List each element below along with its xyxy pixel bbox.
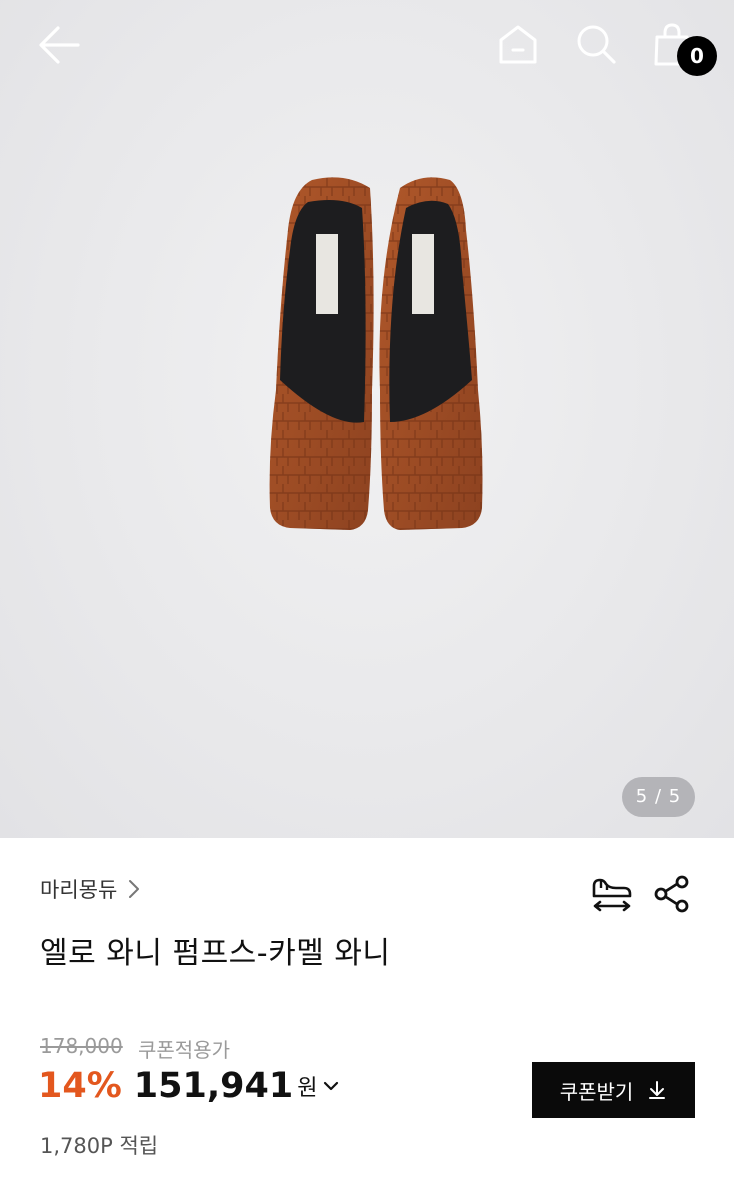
share-icon[interactable] <box>652 874 692 914</box>
price-row[interactable]: 14% 151,941 원 <box>38 1066 339 1106</box>
coupon-price-label: 쿠폰적용가 <box>138 1038 230 1062</box>
chevron-right-icon <box>129 880 140 898</box>
coupon-button-label: 쿠폰받기 <box>559 1079 634 1104</box>
product-image-gallery[interactable]: 5 / 5 <box>0 0 734 838</box>
currency-unit: 원 <box>297 1076 318 1101</box>
product-image <box>269 177 483 531</box>
back-arrow-icon[interactable] <box>36 24 82 66</box>
brand-name: 마리몽듀 <box>40 878 118 902</box>
cart-count-badge[interactable]: 0 <box>677 36 717 76</box>
chevron-down-icon[interactable] <box>323 1080 339 1092</box>
original-price: 178,000 <box>40 1034 123 1058</box>
top-bar: 0 <box>0 0 734 90</box>
search-icon[interactable] <box>574 22 618 66</box>
get-coupon-button[interactable]: 쿠폰받기 <box>532 1062 695 1118</box>
product-title: 엘로 와니 펌프스-카멜 와니 <box>40 936 391 971</box>
discount-rate: 14% <box>38 1066 122 1106</box>
home-icon[interactable] <box>496 22 540 66</box>
size-compare-icon[interactable] <box>590 874 634 914</box>
image-page-indicator: 5 / 5 <box>622 777 695 817</box>
brand-link[interactable]: 마리몽듀 <box>40 872 141 906</box>
reward-points: 1,780P 적립 <box>40 1134 159 1158</box>
download-icon <box>649 1081 666 1099</box>
sale-price: 151,941 <box>133 1066 294 1106</box>
